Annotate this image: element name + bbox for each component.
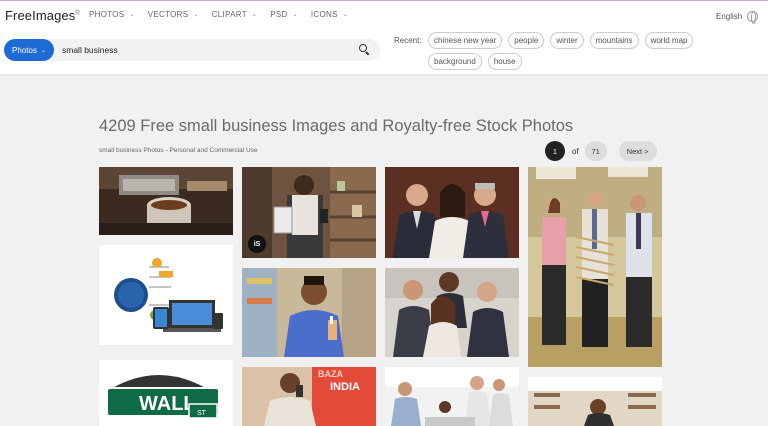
recent-label: Recent: (394, 36, 422, 45)
pagination: 1 of 71 Next > (545, 141, 657, 161)
top-header: FreeImages® PHOTOS ⌄ VECTORS ⌄ CLIPART ⌄ PS… (0, 0, 768, 74)
page-title: 4209 Free small business Images and Roya… (99, 117, 574, 135)
search-type-dropdown[interactable]: Photos ⌄ (4, 39, 54, 61)
image-business-team-office[interactable] (385, 268, 519, 357)
recent-tag[interactable]: mountains (589, 32, 639, 49)
chevron-down-icon: ⌄ (292, 12, 298, 18)
recent-tag[interactable]: people (508, 32, 545, 49)
total-pages[interactable]: 71 (584, 141, 607, 161)
nav-photos[interactable]: PHOTOS ⌄ (89, 10, 135, 19)
language-selector[interactable]: English (716, 11, 759, 24)
main-nav: PHOTOS ⌄ VECTORS ⌄ CLIPART ⌄ PSD ⌄ ICONS ⌄ (89, 10, 361, 19)
chevron-down-icon: ⌄ (342, 12, 349, 18)
chevron-down-icon: ⌄ (251, 12, 258, 18)
image-office-meeting[interactable] (385, 367, 519, 426)
recent-tag[interactable]: world map (644, 32, 694, 49)
next-page-button[interactable]: Next > (618, 141, 657, 161)
image-business-trio[interactable] (385, 167, 519, 258)
svg-text:WALL: WALL (139, 393, 196, 415)
nav-vectors[interactable]: VECTORS ⌄ (148, 10, 199, 19)
nav-clipart[interactable]: CLIPART ⌄ (212, 10, 257, 19)
globe-icon (747, 11, 759, 24)
image-wall-street-sign[interactable]: WALL ST (99, 360, 233, 426)
search-input[interactable] (62, 43, 342, 57)
chevron-down-icon: ⌄ (193, 12, 199, 18)
nav-psd[interactable]: PSD ⌄ (270, 10, 298, 19)
recent-tags: chinese new year people winter mountains… (428, 32, 718, 70)
page-of-label: of (572, 146, 579, 156)
current-page[interactable]: 1 (545, 141, 565, 161)
recent-tag[interactable]: house (487, 53, 522, 70)
image-man-with-drink[interactable] (242, 268, 376, 357)
recent-tag[interactable]: chinese new year (428, 32, 503, 49)
svg-text:INDIA: INDIA (330, 381, 360, 393)
site-logo[interactable]: FreeImages® (5, 8, 80, 23)
page-subtitle: small business Photos - Personal and Com… (99, 147, 258, 154)
svg-text:BAZA: BAZA (318, 369, 343, 379)
search-bar: Photos ⌄ (4, 39, 380, 61)
istock-badge: iS (248, 235, 266, 253)
search-icon[interactable] (359, 44, 371, 56)
image-shop-owner-tablet[interactable]: iS (242, 167, 376, 258)
image-production-software-diagram[interactable] (99, 245, 233, 345)
image-cafe-counter[interactable] (528, 377, 662, 426)
image-espresso-machine[interactable] (99, 167, 233, 235)
chevron-down-icon: ⌄ (129, 12, 135, 18)
recent-tag[interactable]: background (428, 53, 482, 70)
chevron-down-icon: ⌄ (40, 47, 46, 54)
svg-text:ST: ST (197, 410, 207, 417)
image-businessman-tied-rope[interactable] (528, 167, 662, 367)
recent-tag[interactable]: winter (550, 32, 584, 49)
image-phone-india-street[interactable]: INDIA BAZA (242, 367, 376, 426)
nav-icons[interactable]: ICONS ⌄ (311, 10, 348, 19)
